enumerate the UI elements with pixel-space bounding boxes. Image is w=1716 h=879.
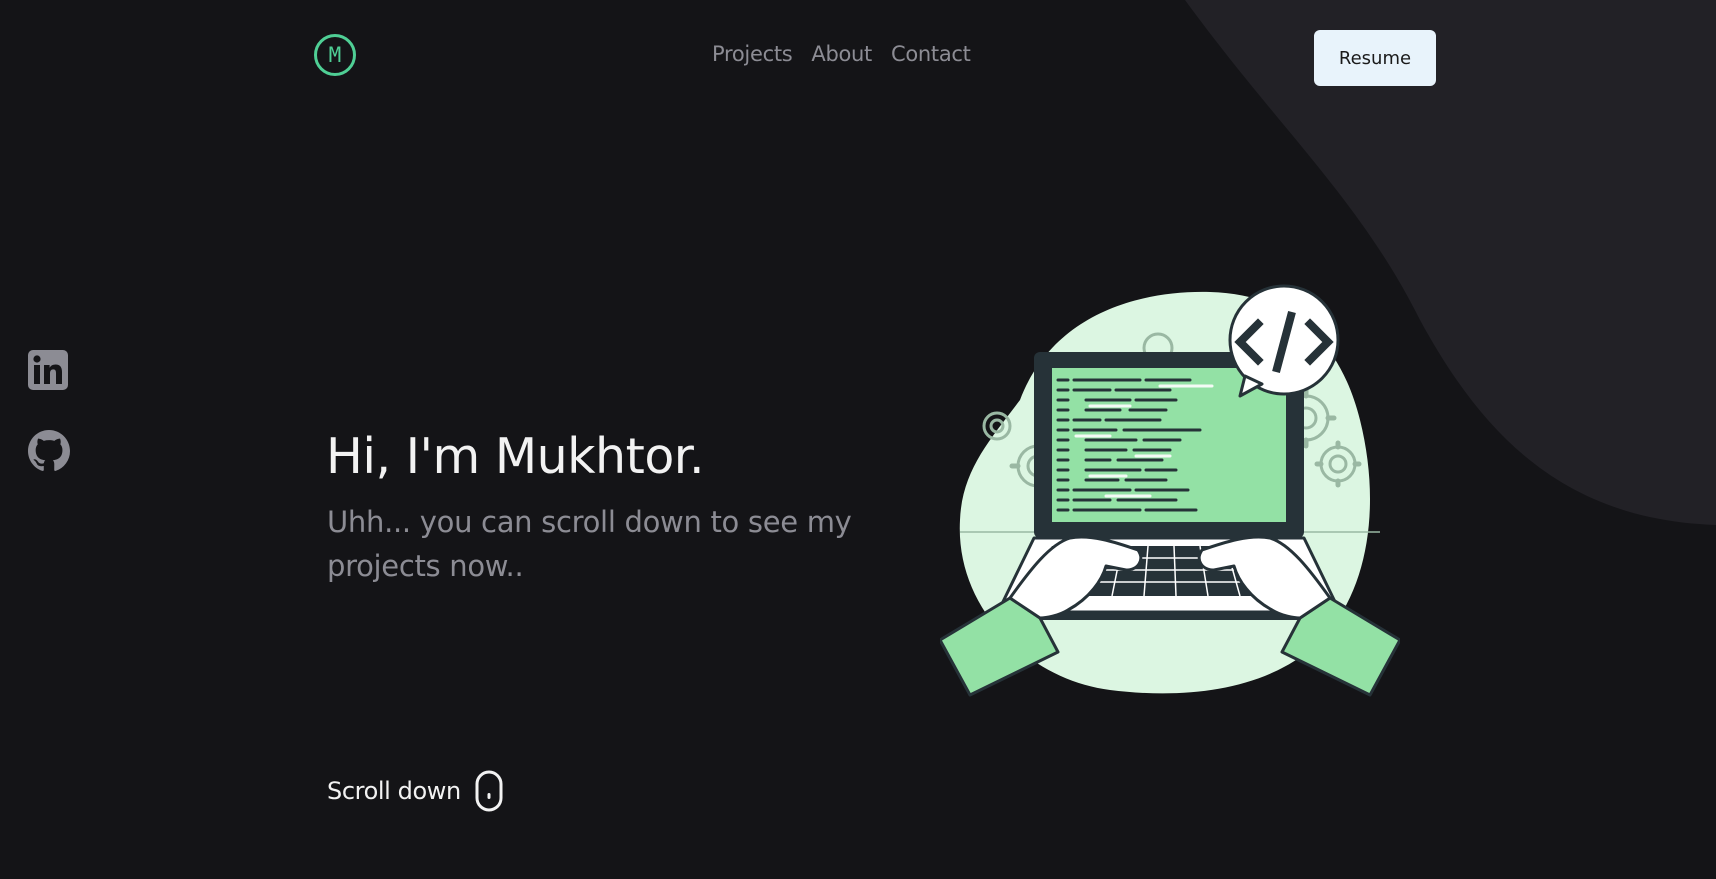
developer-laptop-illustration [940,284,1400,697]
logo-letter: M [328,43,342,67]
nav-link-projects[interactable]: Projects [712,42,793,66]
linkedin-icon [28,350,68,390]
background-curve-shape [1185,0,1716,525]
mouse-icon [475,770,503,812]
resume-button[interactable]: Resume [1314,30,1436,86]
hero-subtitle: Uhh... you can scroll down to see my pro… [327,505,852,583]
hero-title: Hi, I'm Mukhtor. [326,428,705,485]
portfolio-page: M Projects About Contact Resume Hi, I'm … [0,0,1716,879]
logo[interactable]: M [314,34,356,76]
scroll-down-button[interactable]: Scroll down [327,770,503,812]
github-icon [28,430,70,471]
nav-link-about[interactable]: About [811,42,872,66]
nav-link-contact[interactable]: Contact [891,42,971,66]
main-nav: Projects About Contact [712,42,971,66]
scroll-down-label: Scroll down [327,777,461,805]
github-link[interactable] [28,430,70,476]
linkedin-link[interactable] [28,350,68,394]
